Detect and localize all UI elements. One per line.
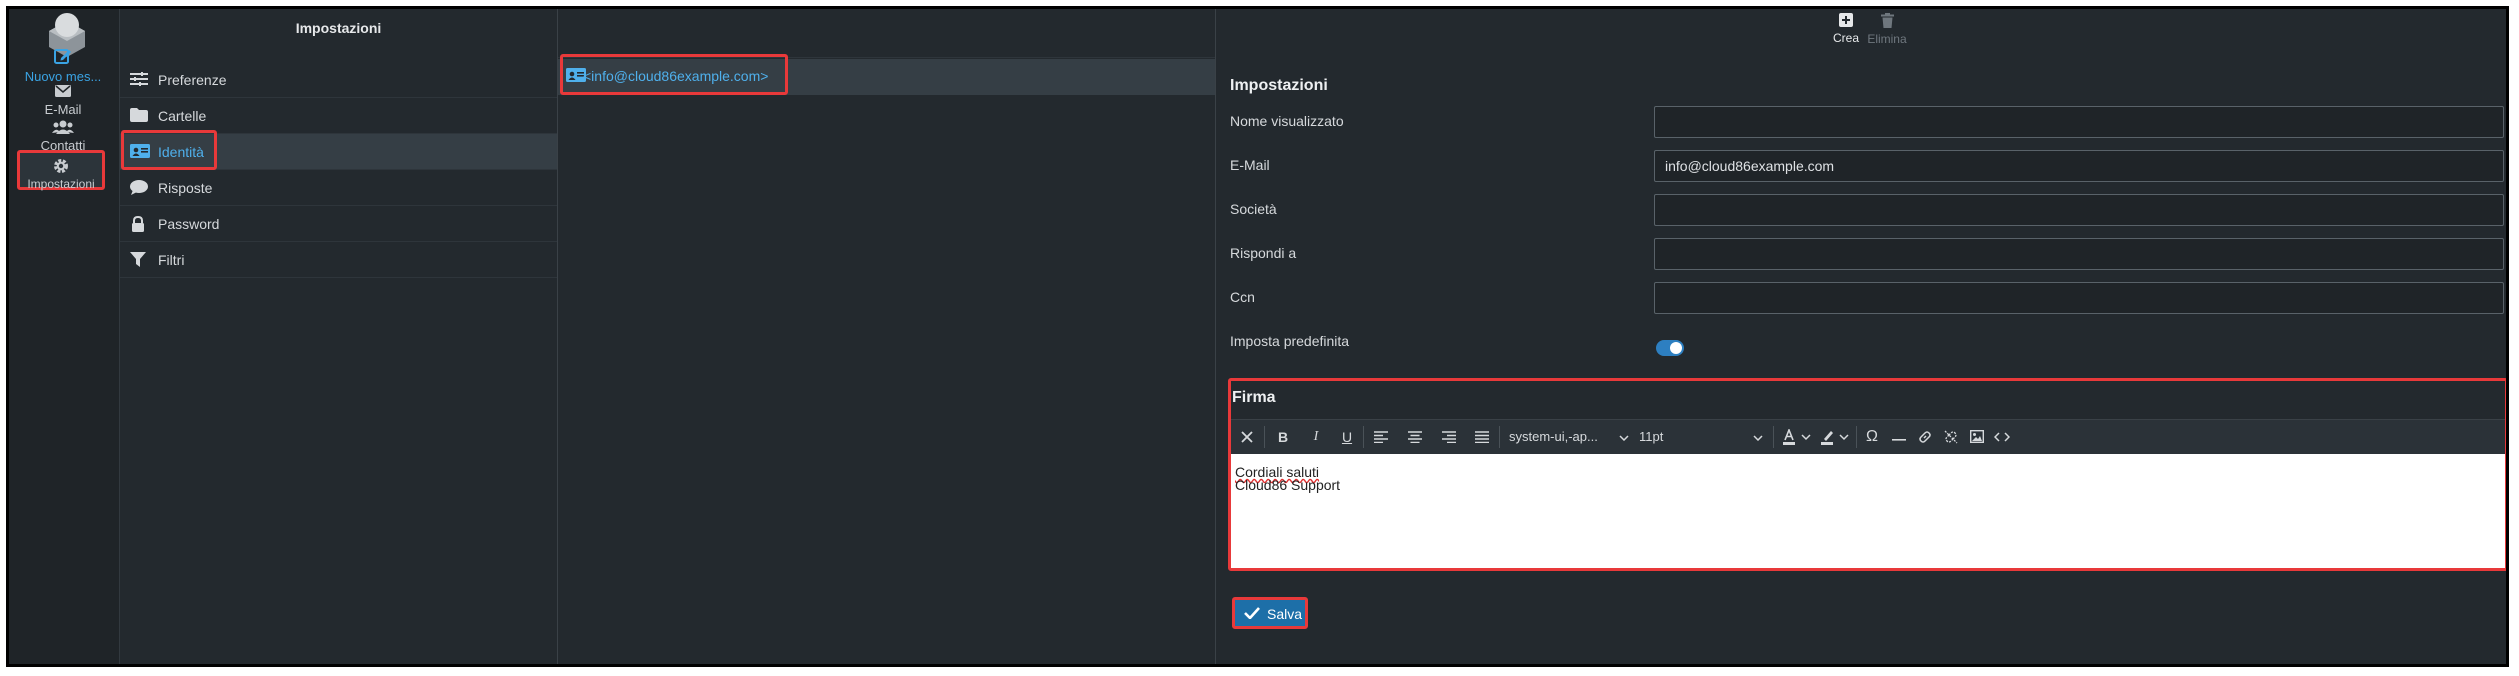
form-title: Impostazioni xyxy=(1230,77,1328,94)
image-icon xyxy=(1969,429,1985,444)
settings-item-label: Cartelle xyxy=(158,108,207,124)
font-size-select[interactable]: 11pt xyxy=(1639,426,1767,448)
unlink-button[interactable] xyxy=(1943,426,1959,448)
create-label: Crea xyxy=(1832,31,1859,45)
settings-item-label: Password xyxy=(158,216,220,232)
filter-icon xyxy=(130,252,146,267)
app-window: Nuovo mes... E-Mail Contatti Impostazion… xyxy=(6,6,2509,667)
trash-icon xyxy=(1880,13,1894,28)
settings-list-panel: Impostazioni Preferenze Cartelle Identit… xyxy=(120,9,558,664)
lock-icon xyxy=(132,216,144,232)
settings-item-label: Risposte xyxy=(158,180,213,196)
source-code-button[interactable] xyxy=(1993,426,2011,448)
bold-button[interactable]: B xyxy=(1276,426,1290,448)
font-size-value: 11pt xyxy=(1639,429,1664,444)
settings-item-identities[interactable]: Identità xyxy=(120,134,557,170)
save-label: Salva xyxy=(1267,606,1303,622)
signature-editor[interactable]: Cordiali saluti Cloud86 Support xyxy=(1231,454,2505,568)
align-right-button[interactable] xyxy=(1441,426,1457,448)
identities-list-panel: <info@cloud86example.com> xyxy=(558,9,1216,664)
signature-line-2: Cloud86 Support xyxy=(1235,477,1341,493)
highlighter-icon xyxy=(1821,431,1849,445)
signature-section: Firma B I U system-ui,-ap... 11pt Ω Cord… xyxy=(1228,378,2506,571)
sliders-icon xyxy=(130,72,148,86)
settings-item-label: Filtri xyxy=(158,252,185,268)
horizontal-rule-icon xyxy=(1892,439,1906,441)
align-right-icon xyxy=(1442,431,1456,444)
default-label: Imposta predefinita xyxy=(1230,333,1350,349)
email-input[interactable] xyxy=(1654,150,2504,182)
nav-settings[interactable]: Impostazioni xyxy=(17,150,105,191)
speech-bubble-icon xyxy=(130,180,148,195)
gear-icon xyxy=(54,159,68,173)
special-char-button[interactable]: Ω xyxy=(1863,426,1881,448)
save-button[interactable]: Salva xyxy=(1232,597,1308,629)
text-color-button[interactable] xyxy=(1783,426,1813,448)
settings-item-password[interactable]: Password xyxy=(120,206,557,242)
settings-item-label: Preferenze xyxy=(158,72,227,88)
delete-label: Elimina xyxy=(1867,32,1907,46)
settings-item-responses[interactable]: Risposte xyxy=(120,170,557,206)
justify-button[interactable] xyxy=(1474,426,1490,448)
identity-row[interactable]: <info@cloud86example.com> xyxy=(558,59,1215,95)
id-card-icon xyxy=(130,144,150,158)
horizontal-rule-button[interactable] xyxy=(1891,426,1907,448)
settings-item-label: Identità xyxy=(158,144,204,160)
bcc-label: Ccn xyxy=(1230,289,1255,305)
highlight-color-button[interactable] xyxy=(1821,426,1851,448)
default-toggle[interactable] xyxy=(1656,340,1684,356)
settings-item-folders[interactable]: Cartelle xyxy=(120,98,557,134)
settings-item-preferences[interactable]: Preferenze xyxy=(120,62,557,98)
nav-email-label: E-Mail xyxy=(44,102,82,117)
italic-button[interactable]: I xyxy=(1309,426,1323,448)
align-center-button[interactable] xyxy=(1407,426,1423,448)
contacts-icon xyxy=(52,120,74,134)
clear-format-button[interactable] xyxy=(1239,426,1255,448)
link-icon xyxy=(1919,431,1931,443)
chevron-down-icon xyxy=(1753,435,1763,441)
folder-icon xyxy=(130,108,148,122)
plus-square-icon xyxy=(1839,13,1853,27)
close-icon xyxy=(1241,431,1253,443)
reply-to-label: Rispondi a xyxy=(1230,245,1297,261)
display-name-input[interactable] xyxy=(1654,106,2504,138)
email-label: E-Mail xyxy=(1230,157,1270,173)
bcc-input[interactable] xyxy=(1654,282,2504,314)
envelope-icon xyxy=(55,85,71,97)
signature-title: Firma xyxy=(1232,389,1276,406)
settings-item-filters[interactable]: Filtri xyxy=(120,242,557,278)
check-icon xyxy=(1244,607,1260,619)
settings-list-title: Impostazioni xyxy=(295,20,382,36)
align-center-icon xyxy=(1408,431,1422,444)
create-button[interactable]: Crea xyxy=(1823,13,1869,45)
display-name-label: Nome visualizzato xyxy=(1230,113,1344,129)
company-label: Società xyxy=(1230,201,1277,217)
delete-button[interactable]: Elimina xyxy=(1864,13,1910,46)
editor-toolbar: B I U system-ui,-ap... 11pt Ω xyxy=(1231,419,2505,455)
code-icon xyxy=(1993,432,2011,442)
align-left-icon xyxy=(1374,431,1388,444)
nav-settings-label: Impostazioni xyxy=(27,177,95,191)
image-button[interactable] xyxy=(1969,426,1985,448)
chevron-down-icon xyxy=(1619,435,1629,441)
justify-icon xyxy=(1475,431,1489,444)
unlink-icon xyxy=(1944,430,1958,444)
identities-list-header xyxy=(558,9,1215,58)
font-family-select[interactable]: system-ui,-ap... xyxy=(1509,426,1633,448)
reply-to-input[interactable] xyxy=(1654,238,2504,270)
align-left-button[interactable] xyxy=(1373,426,1389,448)
compose-icon xyxy=(54,49,71,64)
identity-edit-panel: Crea Elimina Impostazioni Nome visualizz… xyxy=(1216,9,2506,664)
identity-email: <info@cloud86example.com> xyxy=(583,68,769,84)
link-button[interactable] xyxy=(1917,426,1933,448)
company-input[interactable] xyxy=(1654,194,2504,226)
underline-button[interactable]: U xyxy=(1340,426,1354,448)
nav-compose-label: Nuovo mes... xyxy=(24,69,102,84)
font-family-value: system-ui,-ap... xyxy=(1509,429,1598,444)
text-color-icon xyxy=(1783,427,1811,445)
nav-rail: Nuovo mes... E-Mail Contatti Impostazion… xyxy=(9,9,120,664)
